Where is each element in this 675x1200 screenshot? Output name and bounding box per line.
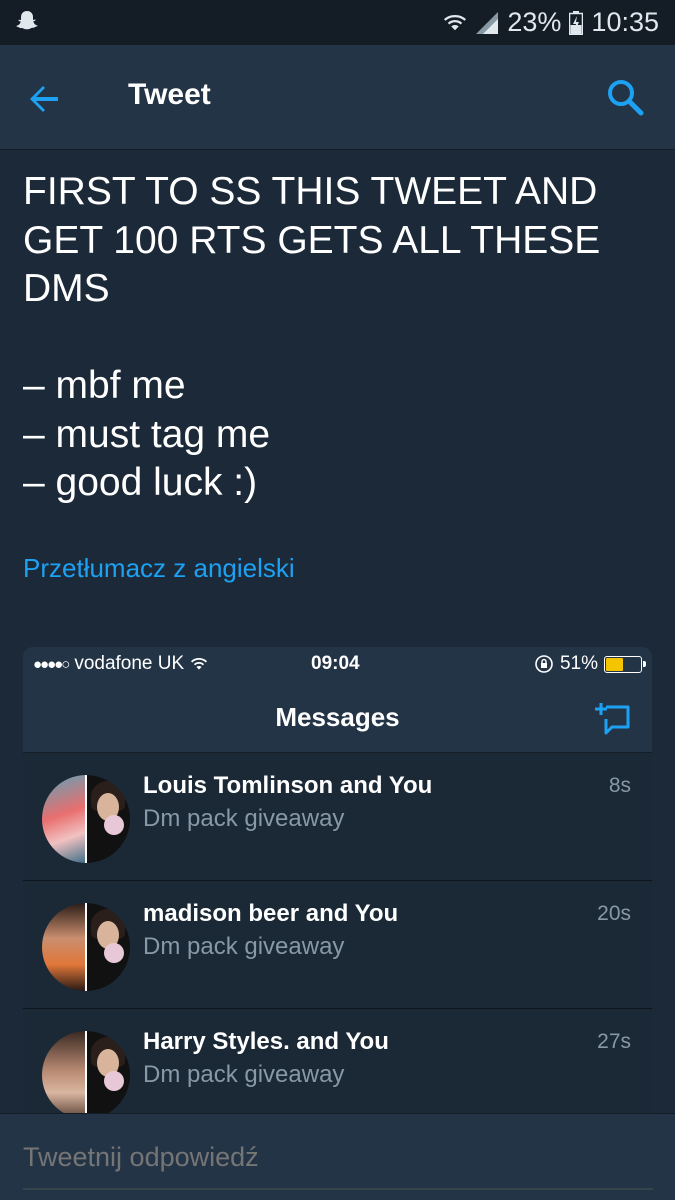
- new-message-icon[interactable]: [594, 699, 634, 739]
- ios-battery-percent: 51%: [559, 653, 598, 674]
- messages-header: Messages: [23, 683, 652, 753]
- status-bar: 23% 10:35: [0, 0, 675, 45]
- conversation-snippet: Dm pack giveaway: [143, 805, 345, 832]
- clock: 10:35: [591, 7, 659, 37]
- search-icon[interactable]: [603, 75, 647, 119]
- tweet-text: FIRST TO SS THIS TWEET AND GET 100 RTS G…: [23, 170, 601, 504]
- wifi-icon: [444, 14, 467, 30]
- translate-link[interactable]: Przetłumacz z angielski: [23, 553, 295, 584]
- conversation-snippet: Dm pack giveaway: [143, 1061, 345, 1088]
- arrow-left-icon[interactable]: [22, 75, 68, 121]
- conversation-time: 20s: [597, 902, 631, 925]
- group-avatar: [42, 903, 130, 991]
- ios-status-bar: ●●●●○ vodafone UK 09:04 51%: [23, 647, 652, 683]
- conversation-name: Harry Styles. and You: [143, 1028, 389, 1055]
- battery-level: [606, 657, 624, 671]
- wifi-icon: [191, 658, 208, 670]
- conversation-name: Louis Tomlinson and You: [143, 772, 433, 799]
- carrier-name: vodafone UK: [74, 653, 185, 674]
- conversation-list: Louis Tomlinson and You Dm pack giveaway…: [23, 753, 652, 1117]
- page-title: Tweet: [128, 78, 211, 111]
- conversation-time: 27s: [597, 1030, 631, 1053]
- conversation-row[interactable]: madison beer and You Dm pack giveaway 20…: [23, 881, 652, 1009]
- conversation-time: 8s: [608, 774, 631, 797]
- tweet-media-image[interactable]: ●●●●○ vodafone UK 09:04 51% Messages Lou…: [23, 647, 652, 1117]
- group-avatar: [42, 775, 130, 863]
- signal-dots-icon: ●●●●○: [33, 655, 70, 673]
- reply-input[interactable]: [23, 1142, 653, 1173]
- messages-title: Messages: [275, 702, 400, 732]
- battery-charging-icon: [569, 10, 584, 35]
- signal-icon: [476, 11, 499, 34]
- battery-icon: [604, 655, 646, 673]
- ios-clock: 09:04: [311, 653, 360, 674]
- conversation-snippet: Dm pack giveaway: [143, 933, 345, 960]
- app-header: Tweet: [0, 45, 675, 150]
- conversation-row[interactable]: Harry Styles. and You Dm pack giveaway 2…: [23, 1009, 652, 1117]
- rotation-lock-icon: [535, 655, 553, 673]
- battery-percent: 23%: [507, 7, 562, 37]
- conversation-row[interactable]: Louis Tomlinson and You Dm pack giveaway…: [23, 753, 652, 881]
- group-avatar: [42, 1031, 130, 1117]
- reply-underline: [23, 1188, 653, 1190]
- conversation-name: madison beer and You: [143, 900, 399, 927]
- snapchat-ghost-icon: [16, 11, 38, 30]
- reply-bar: [0, 1113, 675, 1200]
